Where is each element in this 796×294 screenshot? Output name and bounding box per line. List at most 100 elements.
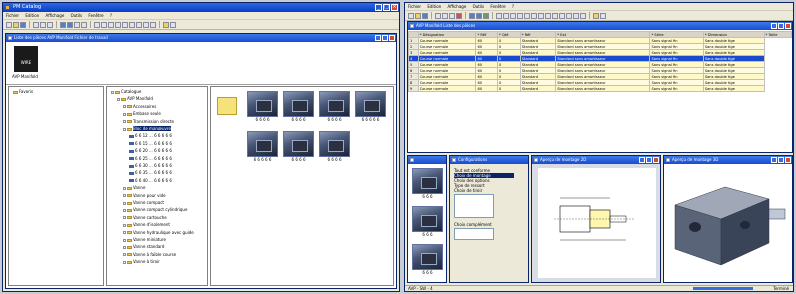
expand-toggle-icon[interactable]	[111, 90, 114, 94]
view3d-close-button[interactable]	[785, 157, 791, 163]
menu-help[interactable]: ?	[110, 13, 112, 18]
menu-window[interactable]: Fenêtre	[490, 4, 505, 9]
view-detail-icon[interactable]	[108, 21, 114, 28]
print-icon[interactable]	[122, 21, 128, 28]
table-cell[interactable]: Standard sans amortisseur	[555, 85, 651, 92]
menu-tools[interactable]: Outils	[71, 13, 83, 18]
view3d-maximize-button[interactable]	[778, 157, 784, 163]
tree-item[interactable]: AVP Manifold	[117, 96, 153, 101]
part-thumbnail[interactable]: 6 6 6 6	[319, 91, 350, 125]
search-icon[interactable]	[580, 12, 586, 19]
expand-toggle-icon[interactable]	[123, 238, 126, 242]
variant-thumbnail[interactable]: 6 6 6	[412, 168, 443, 202]
back-icon[interactable]	[469, 12, 475, 19]
expand-toggle-icon[interactable]	[123, 223, 126, 227]
tree-item[interactable]: 6 6 25 ... 6 6 6 6 6	[129, 156, 172, 161]
view-3d-canvas[interactable]	[665, 165, 793, 283]
view-grid-icon[interactable]	[101, 21, 107, 28]
menu-tools[interactable]: Outils	[473, 4, 485, 9]
doc-maximize-button[interactable]	[382, 35, 388, 41]
forward-icon[interactable]	[476, 12, 482, 19]
menu-edit[interactable]: Edition	[427, 4, 441, 9]
paste-icon[interactable]	[449, 12, 455, 19]
zoom-icon[interactable]	[150, 21, 156, 28]
search-icon[interactable]	[74, 21, 80, 28]
filter-icon[interactable]	[81, 21, 87, 28]
tree-item[interactable]: Vanne cartouche	[123, 215, 167, 220]
expand-toggle-icon[interactable]	[123, 201, 126, 205]
expand-toggle-icon[interactable]	[123, 216, 126, 220]
tool-icon[interactable]	[545, 12, 551, 19]
table-cell[interactable]: Sans double tige	[702, 85, 765, 92]
delete-icon[interactable]	[456, 12, 462, 19]
part-thumbnail[interactable]: 6 6 6 6	[283, 131, 314, 165]
tree-item[interactable]: 6 6 30 ... 6 6 6 6 6	[129, 163, 172, 168]
configuration-option[interactable]: Choix de tiroir	[454, 188, 514, 193]
expand-toggle-icon[interactable]	[123, 120, 126, 124]
tree-item[interactable]: Vanne à faible course	[123, 252, 176, 257]
save-icon[interactable]	[20, 21, 26, 28]
table-maximize-button[interactable]	[778, 23, 784, 29]
properties-icon[interactable]	[115, 21, 121, 28]
doc-close-button[interactable]	[389, 35, 395, 41]
open-icon[interactable]	[13, 21, 19, 28]
refresh-icon[interactable]	[483, 12, 489, 19]
tree-item[interactable]: Catalogue	[111, 89, 141, 94]
tree-item[interactable]: Vanne	[123, 185, 145, 190]
menu-view[interactable]: Affichage	[45, 13, 64, 18]
expand-toggle-icon[interactable]	[123, 231, 126, 235]
drawing-close-button[interactable]	[653, 157, 659, 163]
tree-item[interactable]: Vanne d'isolement	[123, 222, 170, 227]
part-thumbnail[interactable]: 6 6 6 6	[247, 91, 278, 125]
maximize-button[interactable]: □	[383, 4, 390, 11]
tool-icon[interactable]	[503, 12, 509, 19]
help-icon[interactable]	[163, 21, 169, 28]
help-icon[interactable]	[593, 12, 599, 19]
close-button[interactable]: ×	[391, 4, 398, 11]
tree-item[interactable]: 6 6 20 ... 6 6 6 6 6	[129, 148, 172, 153]
part-thumbnail[interactable]: 6 6 6 6 6	[355, 91, 386, 125]
selected-folder-thumb[interactable]	[217, 97, 237, 115]
menu-view[interactable]: Affichage	[447, 4, 466, 9]
tree-item[interactable]: Vanne miniature	[123, 237, 166, 242]
menu-file[interactable]: Fichier	[6, 13, 19, 18]
expand-toggle-icon[interactable]	[123, 194, 126, 198]
tree-item[interactable]: Bloc de manœuvre	[123, 126, 171, 131]
new-icon[interactable]	[6, 21, 12, 28]
tree-item[interactable]: Accessoires	[123, 104, 156, 109]
tree-item[interactable]: 6 6 35 ... 6 6 6 6 6	[129, 170, 172, 175]
table-cell[interactable]: 60	[475, 85, 499, 92]
expand-toggle-icon[interactable]	[123, 260, 126, 264]
variant-thumbnail[interactable]: 6 6 6	[412, 206, 443, 240]
drawing-maximize-button[interactable]	[646, 157, 652, 163]
table-row[interactable]: 9 Course normale 60 0 Standard Standard sans …	[408, 85, 792, 92]
part-thumbnail[interactable]: 6 6 6 6	[283, 91, 314, 125]
open-icon[interactable]	[415, 12, 421, 19]
table-close-button[interactable]	[785, 23, 791, 29]
cut-icon[interactable]	[435, 12, 441, 19]
complement-listbox[interactable]	[454, 228, 494, 240]
copy-icon[interactable]	[40, 21, 46, 28]
tree-item[interactable]: Embase seule	[123, 111, 161, 116]
tree-item[interactable]: 6 6 12 ... 6 6 6 6 6	[129, 133, 172, 138]
part-thumbnail[interactable]: 6 6 6 6 6	[247, 131, 278, 165]
tree-item-favorites[interactable]: Favoris	[13, 89, 33, 94]
part-thumbnail[interactable]: 6 6 6 6	[319, 131, 350, 165]
zoom-out-icon[interactable]	[573, 12, 579, 19]
tool-icon[interactable]	[559, 12, 565, 19]
tree-item[interactable]: Transmission directe	[123, 119, 174, 124]
save-icon[interactable]	[422, 12, 428, 19]
expand-toggle-icon[interactable]	[123, 253, 126, 257]
table-cell[interactable]: Standard	[519, 85, 557, 92]
paste-icon[interactable]	[47, 21, 53, 28]
tree-item[interactable]: Vanne compact cylindrique	[123, 207, 187, 212]
expand-toggle-icon[interactable]	[123, 105, 126, 109]
tree-item[interactable]: Vanne compact	[123, 200, 164, 205]
import-icon[interactable]	[136, 21, 142, 28]
expand-toggle-icon[interactable]	[123, 127, 126, 131]
doc-minimize-button[interactable]	[375, 35, 381, 41]
table-cell[interactable]: 9	[408, 85, 419, 92]
drawing-2d-canvas[interactable]	[538, 168, 656, 278]
tool-icon[interactable]	[517, 12, 523, 19]
forward-icon[interactable]	[67, 21, 73, 28]
